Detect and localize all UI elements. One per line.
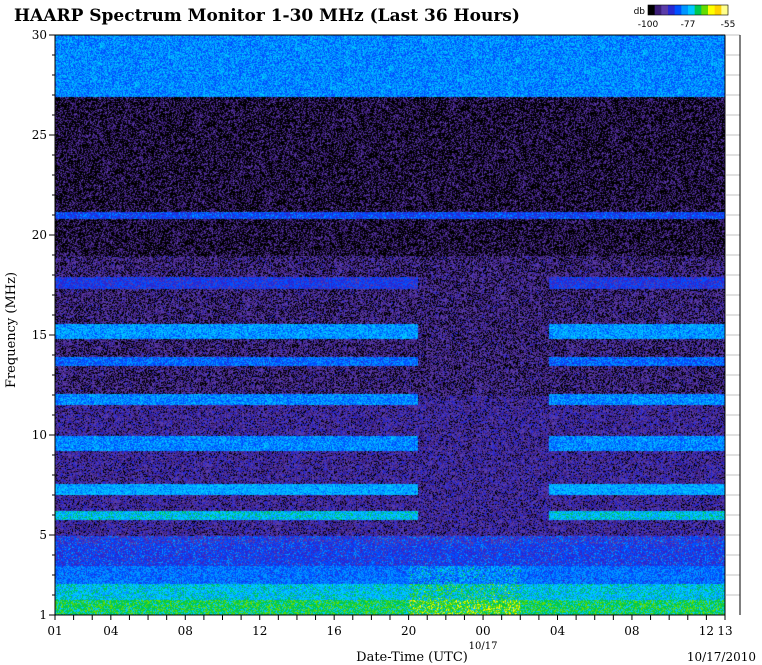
x-tick-label: 00	[475, 624, 490, 638]
colorbar-swatch	[654, 5, 662, 15]
x-tick-label: 12	[252, 624, 267, 638]
spectrum-chart: 01 04 08 12 16 20 00 04 08 12 13 151015202530 db-1…	[4, 4, 756, 665]
x-tick-label: 01	[47, 624, 62, 638]
x-tick-label: 04	[103, 624, 119, 638]
colorbar-label: -77	[681, 20, 696, 30]
colorbar-swatch	[674, 5, 682, 15]
colorbar-swatch	[701, 5, 709, 15]
y-tick-label: 1	[39, 608, 47, 622]
colorbar-label: -100	[638, 20, 659, 30]
spectrum-heatmap	[55, 35, 725, 615]
date-stamp: 10/17/2010	[687, 650, 756, 664]
x-tick-label: 08	[624, 624, 639, 638]
colorbar-swatch	[708, 5, 716, 15]
colorbar-swatch	[714, 5, 722, 15]
y-tick-label: 25	[32, 128, 47, 142]
colorbar-swatch	[668, 5, 676, 15]
y-tick-label: 30	[32, 28, 47, 42]
x-tick-label: 12	[699, 624, 714, 638]
colorbar-swatch	[694, 5, 702, 15]
gridlines	[725, 34, 741, 615]
y-tick-label: 5	[39, 528, 47, 542]
x-tick-label: 04	[550, 624, 566, 638]
x-tick-label: 16	[327, 624, 342, 638]
y-axis-label: Frequency (MHz)	[4, 272, 19, 388]
y-tick-label: 10	[32, 428, 47, 442]
y-tick-label: 15	[32, 328, 47, 342]
y-axis: 151015202530	[32, 28, 55, 622]
colorbar-label: -55	[721, 20, 736, 30]
colorbar-unit: db	[634, 7, 646, 17]
x-tick-label: 20	[401, 624, 416, 638]
colorbar-swatch	[661, 5, 669, 15]
x-axis-label: Date-Time (UTC)	[356, 650, 468, 665]
colorbar-swatch	[688, 5, 696, 15]
colorbar-legend: db -100 -77 -55	[634, 4, 736, 30]
colorbar-swatch	[681, 5, 689, 15]
y-tick-label: 20	[32, 228, 47, 242]
colorbar-swatch	[648, 5, 656, 15]
x-tick-label: 13	[717, 624, 732, 638]
x-axis: 01 04 08 12 16 20 00 04 08 12 13	[47, 615, 733, 638]
colorbar-swatch	[721, 5, 729, 15]
date-marker-label: 10/17	[469, 641, 498, 652]
x-tick-label: 08	[178, 624, 193, 638]
